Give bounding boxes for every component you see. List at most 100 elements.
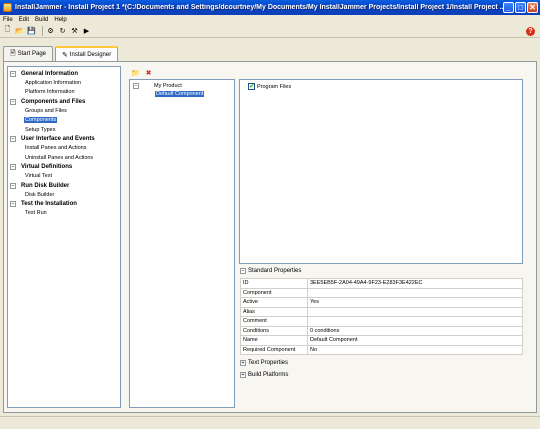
collapse-icon[interactable]: −: [10, 98, 16, 105]
install-designer-icon: ✎: [62, 51, 68, 59]
nav-group-label: Virtual Definitions: [21, 164, 73, 170]
expand-icon[interactable]: +: [240, 372, 246, 378]
file-label: Program Files: [257, 83, 292, 90]
property-value[interactable]: Default Component: [307, 335, 523, 346]
nav-group-label: Run Disk Builder: [21, 182, 70, 189]
property-row[interactable]: Comment: [240, 316, 523, 327]
property-row[interactable]: Component: [240, 287, 523, 298]
component-tree: − My Product Default Component: [129, 79, 235, 408]
text-properties-header[interactable]: + Text Properties: [240, 360, 288, 366]
nav-item-label: Setup Types: [25, 126, 56, 133]
property-row[interactable]: Active Yes: [240, 297, 523, 308]
property-value[interactable]: 3EE5EB5F-2A04-49A4-9F23-E283F3E422EC: [307, 278, 523, 289]
collapse-icon[interactable]: −: [10, 136, 16, 142]
property-row[interactable]: Conditions 0 conditions: [240, 325, 523, 336]
settings-icon[interactable]: ⚒: [70, 26, 79, 35]
nav-item-virtual-text[interactable]: Virtual Text: [8, 172, 120, 182]
file-row-program-files[interactable]: ✓ Program Files: [248, 83, 291, 90]
files-pane: ✓ Program Files: [239, 79, 523, 264]
property-value[interactable]: [307, 306, 523, 317]
nav-group-user-interface-and-events[interactable]: − User Interface and Events: [8, 135, 120, 144]
tree-item-default-component[interactable]: Default Component: [155, 90, 205, 98]
nav-item-groups-and-files[interactable]: Groups and Files: [8, 106, 120, 116]
add-component-icon[interactable]: 📁: [131, 68, 140, 77]
maximize-button[interactable]: □: [515, 2, 526, 13]
tab-label: Start Page: [17, 51, 46, 57]
collapse-icon[interactable]: −: [10, 182, 16, 189]
property-key: Conditions: [240, 325, 308, 336]
property-value[interactable]: No: [307, 344, 523, 355]
nav-item-label: Virtual Text: [25, 173, 53, 180]
nav-group-run-disk-builder[interactable]: − Run Disk Builder: [8, 181, 120, 190]
property-key: ID: [240, 278, 308, 289]
collapse-icon[interactable]: −: [133, 83, 139, 89]
open-folder-icon[interactable]: 📂: [15, 26, 24, 35]
build-icon[interactable]: ⚙: [46, 26, 55, 35]
close-button[interactable]: ✕: [527, 2, 538, 13]
status-bar: [0, 416, 540, 429]
app-icon: [3, 3, 12, 12]
standard-properties-header[interactable]: − Standard Properties: [240, 268, 301, 274]
property-value[interactable]: 0 conditions: [307, 325, 523, 336]
section-title: Text Properties: [248, 360, 289, 366]
nav-item-disk-builder[interactable]: Disk Builder: [8, 190, 120, 200]
build-platforms-header[interactable]: + Build Platforms: [240, 372, 288, 378]
tree-item-label: Default Component: [155, 91, 205, 97]
window-title: InstallJammer - Install Project 1 *(C:/D…: [15, 4, 505, 11]
nav-group-components-and-files[interactable]: − Components and Files: [8, 97, 120, 106]
nav-group-general-information[interactable]: − General Information: [8, 69, 120, 78]
save-icon[interactable]: 💾: [27, 26, 36, 35]
nav-item-label: Groups and Files: [25, 107, 67, 114]
property-value[interactable]: [307, 287, 523, 298]
property-row[interactable]: ID 3EE5EB5F-2A04-49A4-9F23-E283F3E422EC: [240, 278, 523, 289]
property-value[interactable]: Yes: [307, 297, 523, 308]
collapse-icon[interactable]: −: [10, 164, 16, 170]
nav-group-label: Test the Installation: [21, 201, 77, 207]
toolbar: 🗋 📂 💾 ⚙ ↻ ⚒ ▶: [0, 24, 540, 38]
nav-item-test-run[interactable]: Test Run: [8, 209, 120, 219]
title-bar: InstallJammer - Install Project 1 *(C:/D…: [0, 0, 540, 15]
nav-group-label: User Interface and Events: [21, 136, 95, 142]
property-key: Alias: [240, 306, 308, 317]
nav-item-platform-information[interactable]: Platform Information: [8, 88, 120, 98]
toolbar-separator: [42, 25, 43, 36]
collapse-icon[interactable]: −: [10, 201, 16, 207]
start-page-icon: 🗎: [10, 49, 16, 57]
new-file-icon[interactable]: 🗋: [3, 26, 12, 35]
help-icon[interactable]: ?: [526, 27, 535, 36]
minimize-button[interactable]: _: [503, 2, 514, 13]
nav-item-label: Uninstall Panes and Actions: [25, 154, 94, 161]
property-value[interactable]: [307, 316, 523, 327]
menu-file[interactable]: File: [3, 17, 13, 23]
nav-item-application-information[interactable]: Application Information: [8, 78, 120, 88]
section-title: Standard Properties: [248, 268, 302, 274]
nav-item-install-panes-and-actions[interactable]: Install Panes and Actions: [8, 144, 120, 154]
expand-icon[interactable]: +: [240, 360, 246, 366]
collapse-icon[interactable]: −: [240, 268, 246, 274]
nav-group-test-the-installation[interactable]: − Test the Installation: [8, 200, 120, 209]
collapse-icon[interactable]: −: [10, 70, 16, 77]
tree-root-row[interactable]: − My Product: [133, 82, 183, 90]
menu-build[interactable]: Build: [35, 17, 48, 23]
checkbox[interactable]: ✓: [248, 83, 255, 90]
property-row[interactable]: Name Default Component: [240, 335, 523, 346]
section-title: Build Platforms: [248, 372, 289, 378]
property-row[interactable]: Alias: [240, 306, 523, 317]
menu-edit[interactable]: Edit: [19, 17, 29, 23]
delete-icon[interactable]: ✖: [144, 68, 153, 77]
tab-start-page[interactable]: 🗎 Start Page: [3, 46, 53, 61]
property-key: Comment: [240, 316, 308, 327]
component-toolbar: 📁 ✖: [131, 68, 157, 78]
property-row[interactable]: Required Component No: [240, 344, 523, 355]
property-key: Component: [240, 287, 308, 298]
run-icon[interactable]: ▶: [82, 26, 91, 35]
refresh-icon[interactable]: ↻: [58, 26, 67, 35]
nav-item-uninstall-panes-and-actions[interactable]: Uninstall Panes and Actions: [8, 153, 120, 163]
nav-item-label: Platform Information: [25, 89, 75, 96]
nav-item-setup-types[interactable]: Setup Types: [8, 125, 120, 135]
tab-install-designer[interactable]: ✎ Install Designer: [55, 46, 119, 61]
nav-group-virtual-definitions[interactable]: − Virtual Definitions: [8, 163, 120, 172]
nav-item-components[interactable]: Components: [8, 116, 120, 126]
nav-group-label: General Information: [21, 70, 79, 77]
menu-help[interactable]: Help: [54, 17, 66, 23]
